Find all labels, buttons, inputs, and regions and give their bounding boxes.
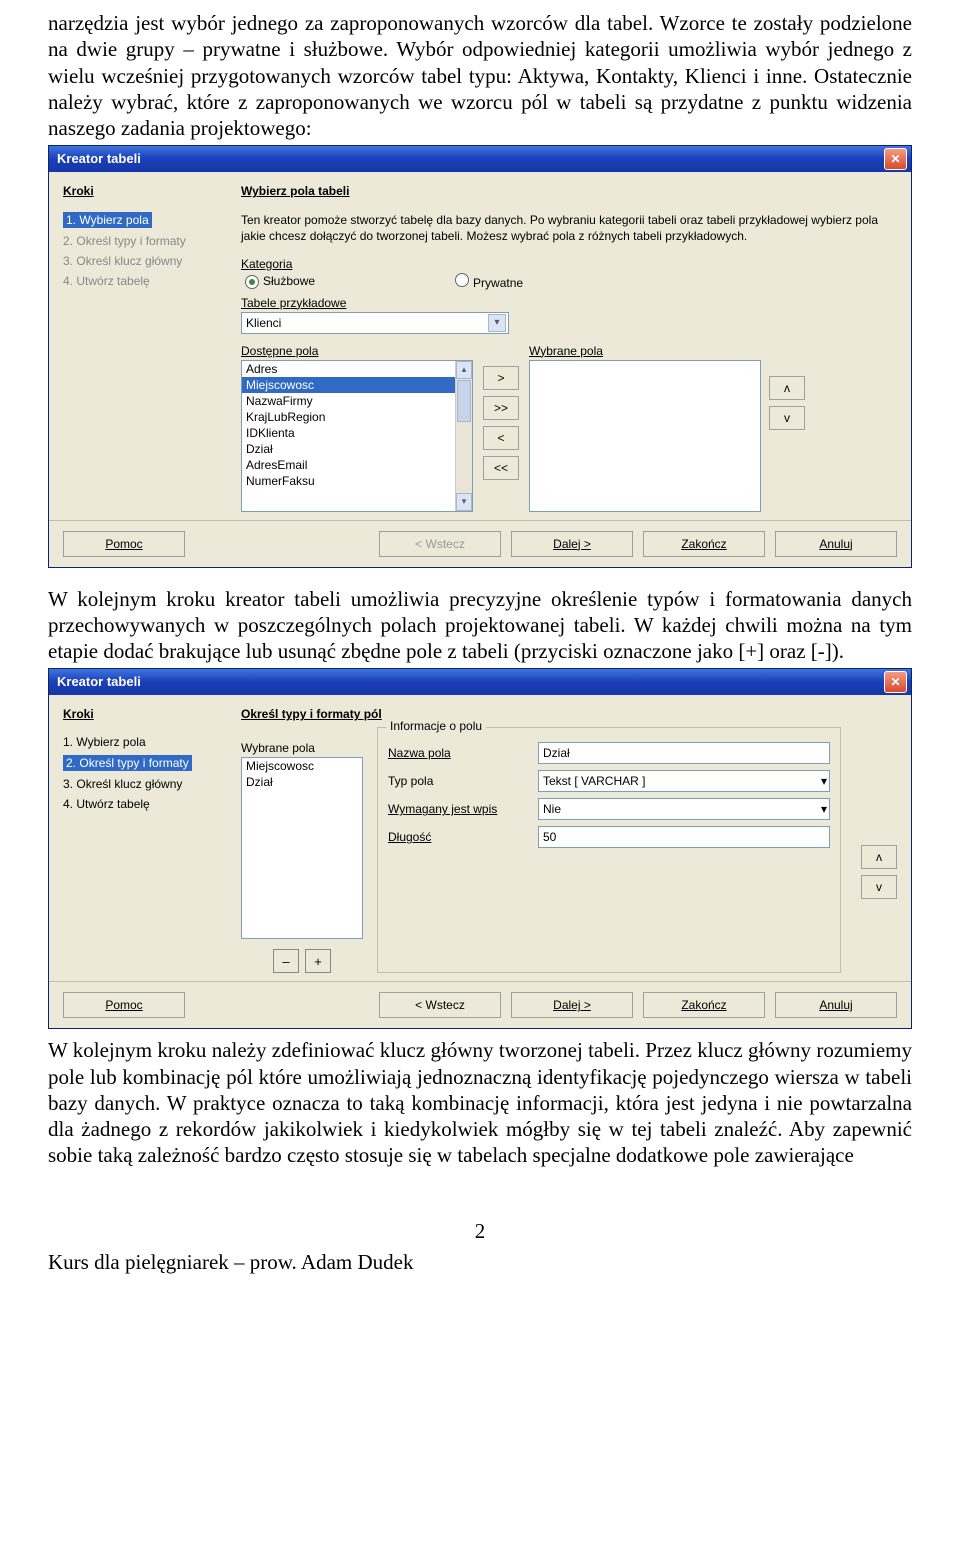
steps-pane: Kroki 1. Wybierz pola 2. Określ typy i f… bbox=[63, 184, 223, 511]
scroll-up-icon[interactable]: ▴ bbox=[456, 361, 472, 379]
step-1[interactable]: 1. Wybierz pola bbox=[63, 735, 223, 749]
list-item[interactable]: NazwaFirmy bbox=[242, 393, 472, 409]
list-item[interactable]: NumerFaksu bbox=[242, 473, 472, 489]
back-button: < Wstecz bbox=[379, 531, 501, 557]
list-item[interactable]: KrajLubRegion bbox=[242, 409, 472, 425]
move-all-right-button[interactable]: >> bbox=[483, 396, 519, 420]
chevron-down-icon: ▾ bbox=[821, 802, 827, 816]
help-text: Ten kreator pomoże stworzyć tabelę dla b… bbox=[241, 212, 897, 244]
selected-listbox[interactable] bbox=[529, 360, 761, 512]
combo-value: Klienci bbox=[246, 316, 281, 330]
next-button[interactable]: Dalej > bbox=[511, 992, 633, 1018]
next-button[interactable]: Dalej > bbox=[511, 531, 633, 557]
required-combo[interactable]: Nie▾ bbox=[538, 798, 830, 820]
scrollbar[interactable]: ▴ ▾ bbox=[455, 361, 472, 511]
main-header: Wybierz pola tabeli bbox=[241, 184, 897, 198]
step-2: 2. Określ typy i formaty bbox=[63, 755, 192, 771]
selected-label: Wybrane pola bbox=[529, 344, 761, 358]
main-header: Określ typy i formaty pól bbox=[241, 707, 897, 721]
finish-button[interactable]: Zakończ bbox=[643, 531, 765, 557]
help-button[interactable]: Pomoc bbox=[63, 992, 185, 1018]
length-input[interactable]: 50 bbox=[538, 826, 830, 848]
steps-header: Kroki bbox=[63, 707, 223, 721]
chevron-down-icon: ▾ bbox=[821, 774, 827, 788]
paragraph-2: W kolejnym kroku kreator tabeli umożliwi… bbox=[48, 586, 912, 665]
field-name-label: Nazwa pola bbox=[388, 746, 528, 760]
radio-icon bbox=[245, 275, 259, 289]
radio-service[interactable]: Służbowe bbox=[245, 274, 315, 289]
fieldset-legend: Informacje o polu bbox=[386, 719, 486, 733]
selected-fields-listbox[interactable]: Miejscowosc Dział bbox=[241, 757, 363, 939]
length-label: Długość bbox=[388, 830, 528, 844]
back-button[interactable]: < Wstecz bbox=[379, 992, 501, 1018]
radio-private[interactable]: Prywatne bbox=[455, 273, 523, 290]
step-4[interactable]: 4. Utwórz tabelę bbox=[63, 797, 223, 811]
move-down-button[interactable]: v bbox=[769, 406, 805, 430]
steps-pane: Kroki 1. Wybierz pola 2. Określ typy i f… bbox=[63, 707, 223, 973]
category-label: Kategoria bbox=[241, 257, 897, 271]
close-icon[interactable]: ✕ bbox=[884, 148, 907, 170]
list-item[interactable]: Miejscowosc bbox=[242, 758, 362, 774]
steps-header: Kroki bbox=[63, 184, 223, 198]
add-field-button[interactable]: + bbox=[305, 949, 331, 973]
list-item[interactable]: IDKlienta bbox=[242, 425, 472, 441]
field-name-input[interactable]: Dział bbox=[538, 742, 830, 764]
step-4: 4. Utwórz tabelę bbox=[63, 274, 223, 288]
step-3[interactable]: 3. Określ klucz główny bbox=[63, 777, 223, 791]
cancel-button[interactable]: Anuluj bbox=[775, 531, 897, 557]
list-item[interactable]: Dział bbox=[242, 441, 472, 457]
footer-line: Kurs dla pielęgniarek – prow. Adam Dudek bbox=[48, 1250, 912, 1275]
move-up-button[interactable]: ʌ bbox=[861, 845, 897, 869]
move-left-button[interactable]: < bbox=[483, 426, 519, 450]
list-item[interactable]: Dział bbox=[242, 774, 362, 790]
field-type-combo[interactable]: Tekst [ VARCHAR ]▾ bbox=[538, 770, 830, 792]
cancel-button[interactable]: Anuluj bbox=[775, 992, 897, 1018]
field-info-group: Informacje o polu Nazwa pola Dział Typ p… bbox=[377, 727, 841, 973]
title-text: Kreator tabeli bbox=[57, 146, 141, 172]
scroll-thumb[interactable] bbox=[457, 380, 471, 422]
list-item[interactable]: AdresEmail bbox=[242, 457, 472, 473]
move-right-button[interactable]: > bbox=[483, 366, 519, 390]
remove-field-button[interactable]: – bbox=[273, 949, 299, 973]
sample-tables-label: Tabele przykładowe bbox=[241, 296, 897, 310]
list-item[interactable]: Miejscowosc bbox=[242, 377, 472, 393]
help-button[interactable]: Pomoc bbox=[63, 531, 185, 557]
step-2: 2. Określ typy i formaty bbox=[63, 234, 223, 248]
title-text: Kreator tabeli bbox=[57, 669, 141, 695]
radio-icon bbox=[455, 273, 469, 287]
list-item[interactable]: Adres bbox=[242, 361, 472, 377]
move-all-left-button[interactable]: << bbox=[483, 456, 519, 480]
field-type-label: Typ pola bbox=[388, 774, 528, 788]
page-number: 2 bbox=[48, 1219, 912, 1244]
step-3: 3. Określ klucz główny bbox=[63, 254, 223, 268]
paragraph-3: W kolejnym kroku należy zdefiniować kluc… bbox=[48, 1037, 912, 1168]
dialog-wizard-2: Kreator tabeli ✕ Kroki 1. Wybierz pola 2… bbox=[48, 668, 912, 1029]
finish-button[interactable]: Zakończ bbox=[643, 992, 765, 1018]
required-label: Wymagany jest wpis bbox=[388, 802, 528, 816]
paragraph-1: narzędzia jest wybór jednego za zapropon… bbox=[48, 10, 912, 141]
close-icon[interactable]: ✕ bbox=[884, 671, 907, 693]
available-listbox[interactable]: Adres Miejscowosc NazwaFirmy KrajLubRegi… bbox=[241, 360, 473, 512]
titlebar: Kreator tabeli ✕ bbox=[49, 669, 911, 695]
move-up-button[interactable]: ʌ bbox=[769, 376, 805, 400]
selected-fields-label: Wybrane pola bbox=[241, 741, 363, 755]
scroll-down-icon[interactable]: ▾ bbox=[456, 493, 472, 511]
step-1: 1. Wybierz pola bbox=[63, 212, 152, 228]
chevron-down-icon: ▾ bbox=[488, 314, 506, 332]
move-down-button[interactable]: v bbox=[861, 875, 897, 899]
sample-tables-combo[interactable]: Klienci ▾ bbox=[241, 312, 509, 334]
dialog-wizard-1: Kreator tabeli ✕ Kroki 1. Wybierz pola 2… bbox=[48, 145, 912, 567]
titlebar: Kreator tabeli ✕ bbox=[49, 146, 911, 172]
available-label: Dostępne pola bbox=[241, 344, 473, 358]
